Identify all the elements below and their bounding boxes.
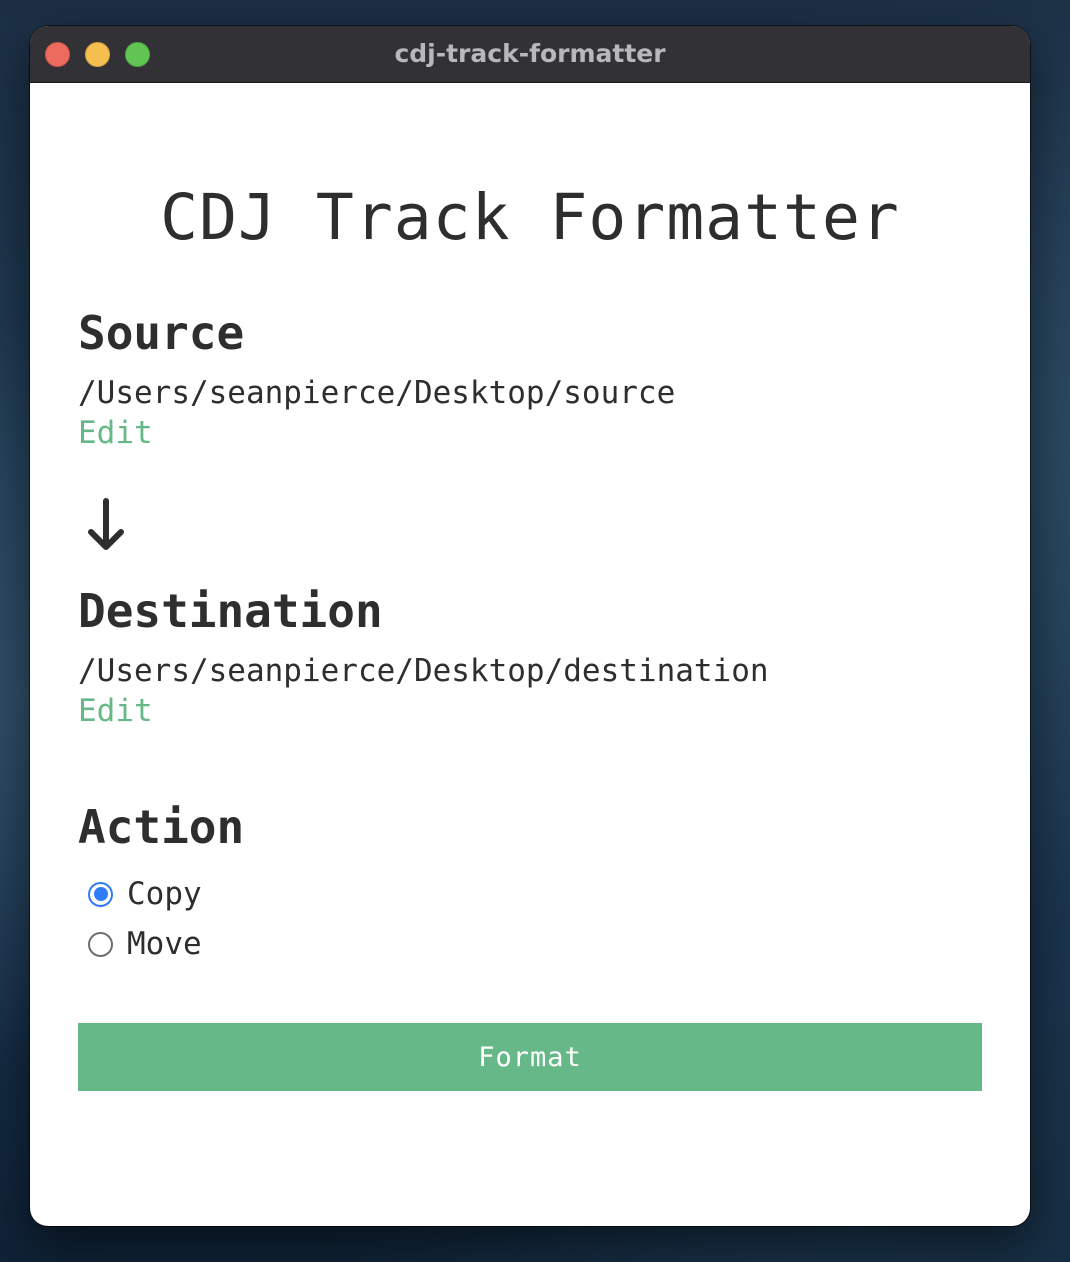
action-option-copy[interactable]: Copy xyxy=(78,869,982,919)
format-button[interactable]: Format xyxy=(78,1023,982,1091)
action-section: Action Copy Move xyxy=(78,799,982,969)
page-title: CDJ Track Formatter xyxy=(160,181,900,254)
source-heading: Source xyxy=(78,306,245,360)
window-title: cdj-track-formatter xyxy=(394,39,666,68)
move-radio-label: Move xyxy=(127,926,202,962)
action-radio-group: Copy Move xyxy=(78,869,982,969)
destination-section: Destination /Users/seanpierce/Desktop/de… xyxy=(78,583,982,731)
source-section: Source /Users/seanpierce/Desktop/source … xyxy=(78,305,982,453)
app-window: cdj-track-formatter CDJ Track Formatter … xyxy=(30,26,1030,1226)
copy-radio[interactable] xyxy=(88,881,113,907)
copy-radio-label: Copy xyxy=(127,876,202,912)
move-radio[interactable] xyxy=(88,931,113,957)
arrow-down-icon xyxy=(88,498,124,550)
destination-edit-link[interactable]: Edit xyxy=(78,691,153,731)
title-bar[interactable]: cdj-track-formatter xyxy=(30,26,1030,83)
action-option-move[interactable]: Move xyxy=(78,919,982,969)
main-content: CDJ Track Formatter Source /Users/seanpi… xyxy=(30,183,1030,1091)
destination-path: /Users/seanpierce/Desktop/destination xyxy=(78,653,769,689)
action-heading: Action xyxy=(78,800,245,854)
source-path: /Users/seanpierce/Desktop/source xyxy=(78,375,676,411)
source-edit-link[interactable]: Edit xyxy=(78,413,153,453)
destination-heading: Destination xyxy=(78,584,383,638)
